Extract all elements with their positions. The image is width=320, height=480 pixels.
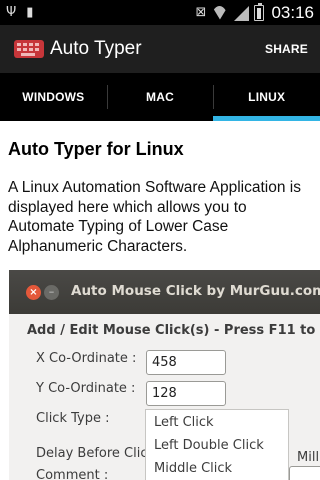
screenshot-titlebar: × – Auto Mouse Click by MurGuu.com [9,270,320,314]
tab-linux[interactable]: LINUX [213,73,320,121]
y-coordinate-label: Y Co-Ordinate : [36,381,136,396]
click-type-label: Click Type : [36,411,110,426]
window-minimize-icon: – [44,285,59,300]
delay-label: Delay Before Clic [36,446,148,461]
screenshot-window-title: Auto Mouse Click by MurGuu.com [71,283,320,299]
action-bar: Auto Typer SHARE [0,25,320,73]
tab-windows[interactable]: WINDOWS [0,73,107,121]
status-bar: Ψ ▮ ⊠ 03:16 [0,0,320,25]
sd-card-icon: ▮ [26,5,34,20]
signal-icon [233,5,250,21]
milliseconds-label: Mill [297,450,320,465]
comment-field [289,466,320,480]
usb-icon: Ψ [6,5,17,20]
share-button[interactable]: SHARE [265,42,308,56]
wifi-icon [211,6,228,20]
x-coordinate-label: X Co-Ordinate : [36,351,137,366]
x-coordinate-field: 458 [146,350,226,375]
keyboard-icon [14,40,44,58]
y-coordinate-field: 128 [146,381,226,406]
battery-icon [254,2,265,21]
dropdown-option: Left Click [154,415,214,430]
dropdown-option: Left Double Click [154,438,264,453]
status-time: 03:16 [271,3,314,22]
page-description: A Linux Automation Software Application … [8,179,301,255]
page-heading: Auto Typer for Linux [8,139,184,159]
comment-label: Comment : [36,468,109,480]
app-title: Auto Typer [50,38,142,59]
window-close-icon: × [26,285,41,300]
app-screenshot: × – Auto Mouse Click by MurGuu.com Add /… [9,270,320,480]
screenshot-section-title: Add / Edit Mouse Click(s) - Press F11 to… [27,323,320,338]
dropdown-option: Middle Click [154,461,233,476]
tab-bar: WINDOWS MAC LINUX [0,73,320,121]
click-type-dropdown: Left Click Left Double Click Middle Clic… [145,409,289,480]
tab-mac[interactable]: MAC [106,73,214,121]
no-signal-icon: ⊠ [195,5,207,20]
